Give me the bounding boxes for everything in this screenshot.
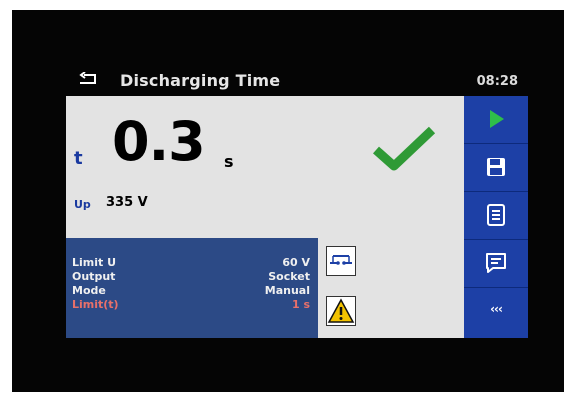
more-options-button[interactable]: ‹‹‹ [464,288,528,338]
limits-panel: Limit U 60 V Output Socket Mode Manual L… [66,238,318,338]
top-bar: Discharging Time 08:28 [66,66,528,96]
comment-button[interactable] [464,240,528,288]
limit-row: Output Socket [72,270,310,283]
page-title: Discharging Time [120,71,281,90]
limit-label: Limit(t) [72,298,119,311]
view-results-button[interactable] [464,192,528,240]
connection-button[interactable] [326,246,356,276]
save-icon [487,158,505,176]
connection-icon [330,255,352,265]
up-label: Up [74,198,91,211]
result-panel: t 0.3 s Up 335 V Limit U 60 V Output Soc… [66,96,464,338]
limit-value: 1 s [291,298,310,311]
comment-icon [486,253,506,273]
save-button[interactable] [464,144,528,192]
limit-label: Output [72,270,116,283]
checkmark-icon [373,126,436,171]
limit-label: Limit U [72,256,117,269]
warning-button[interactable] [326,296,356,326]
run-button[interactable] [464,96,528,144]
clock: 08:28 [476,74,518,89]
limit-row: Limit(t) 1 s [72,298,310,311]
result-unit: s [224,152,234,171]
result-symbol: t [74,148,83,169]
warning-icon [327,298,355,323]
device-screen: Discharging Time 08:28 t 0.3 s Up 335 V … [66,66,528,338]
result-value: 0.3 [112,110,206,173]
play-icon [490,110,504,128]
limit-value: Socket [268,270,310,283]
device-bezel: Discharging Time 08:28 t 0.3 s Up 335 V … [12,10,564,392]
more-options-label: ‹‹‹ [490,302,503,316]
action-sidebar: ‹‹‹ [464,96,528,338]
limit-row: Limit U 60 V [72,256,310,269]
limit-label: Mode [72,284,106,297]
limit-row: Mode Manual [72,284,310,297]
limit-value: Manual [264,284,310,297]
document-icon [487,204,505,226]
up-value: 335 V [106,195,148,210]
back-arrow-icon[interactable] [78,72,98,86]
limit-value: 60 V [282,256,310,269]
